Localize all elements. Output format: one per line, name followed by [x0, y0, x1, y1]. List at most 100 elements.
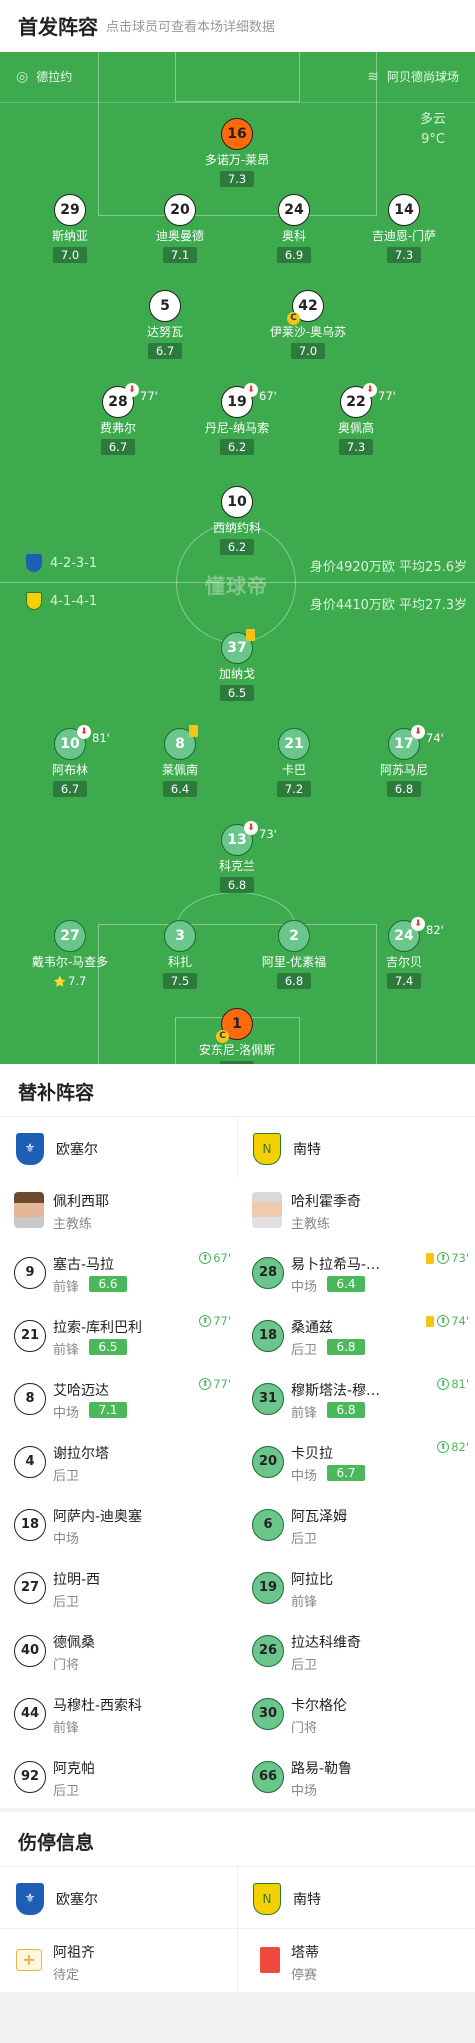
- home-team[interactable]: ⚜ 欧塞尔: [16, 1883, 98, 1915]
- yellow-card-icon: [426, 1252, 435, 1264]
- player-rating: 6.8: [387, 781, 421, 797]
- sub-row: 8 艾哈迈达 中场 7.1 ⬆ 77' 31 穆斯塔法-穆… 前锋 6.8 ⬆ 81': [0, 1367, 475, 1430]
- home-player[interactable]: 19 ⬇ 67' 丹尼-纳马索 6.2: [172, 383, 302, 455]
- away-team-logo-icon: N: [253, 1883, 281, 1915]
- player-number: 24: [394, 928, 414, 944]
- home-substitute[interactable]: 4 谢拉尔塔 后卫: [0, 1430, 237, 1493]
- player-number: 9: [14, 1257, 46, 1289]
- away-team[interactable]: N 南特: [253, 1883, 321, 1915]
- away-team[interactable]: N 南特: [253, 1133, 321, 1165]
- home-substitute[interactable]: 18 阿萨内-迪奥塞 中场: [0, 1493, 237, 1556]
- away-substitute[interactable]: 31 穆斯塔法-穆… 前锋 6.8 ⬆ 81': [238, 1367, 475, 1430]
- home-substitute[interactable]: 40 德佩桑 门将: [0, 1619, 237, 1682]
- player-number-badge: 13 ⬇ 73': [221, 821, 277, 856]
- away-player[interactable]: 17 ⬇ 74' 阿苏马尼 6.8: [339, 725, 469, 797]
- player-number: 14: [394, 202, 414, 218]
- home-substitute[interactable]: 27 拉明-西 后卫: [0, 1556, 237, 1619]
- player-position: 后卫: [291, 1658, 318, 1673]
- sub-in-time: 73': [451, 1251, 469, 1265]
- player-name: 加纳戈: [218, 667, 255, 681]
- away-coach[interactable]: 哈利霍季奇 主教练: [238, 1178, 475, 1241]
- home-substitute[interactable]: 9 塞古-马拉 前锋 6.6 ⬆ 67': [0, 1241, 237, 1304]
- substitution-time: 67': [259, 389, 277, 403]
- coach-avatar: [252, 1192, 282, 1228]
- player-number: 27: [60, 928, 80, 944]
- away-substitute[interactable]: 18 桑通兹 后卫 6.8 ⬆ 74': [238, 1304, 475, 1367]
- player-number: 17: [394, 736, 414, 752]
- player-number-badge: 42 C: [287, 290, 324, 325]
- home-team-logo-icon: ⚜: [16, 1133, 44, 1165]
- home-player[interactable]: 42 C 伊莱沙-奥乌苏 7.0: [243, 290, 373, 359]
- home-player[interactable]: 28 ⬇ 77' 费弗尔 6.7: [53, 383, 183, 455]
- away-player[interactable]: 1C安东尼-洛佩斯7.0: [172, 1008, 302, 1064]
- home-substitute[interactable]: 44 马穆杜-西索科 前锋: [0, 1682, 237, 1745]
- player-number: 40: [14, 1635, 46, 1667]
- sub-in-event: ⬆ 82': [437, 1440, 469, 1454]
- player-rating: 6.9: [277, 247, 311, 263]
- substitution-time: 74': [426, 731, 444, 745]
- weather-temp: 9°C: [421, 132, 445, 147]
- player-name: 拉达科维奇: [291, 1635, 361, 1651]
- home-team[interactable]: ⚜ 欧塞尔: [16, 1133, 98, 1165]
- home-substitute[interactable]: 92 阿克帕 后卫: [0, 1745, 237, 1808]
- player-number: 18: [14, 1509, 46, 1541]
- player-number-badge: 10 ⬇ 81': [54, 725, 110, 760]
- home-player[interactable]: 16 多诺万-莱昂 7.3: [172, 118, 302, 187]
- player-number: 42: [298, 298, 318, 314]
- player-rating: 7.1: [163, 247, 197, 263]
- rating-value: 6.8: [394, 782, 414, 796]
- substitution-icon: ⬇: [363, 383, 377, 397]
- away-substitute[interactable]: 66 路易-勒鲁 中场: [238, 1745, 475, 1808]
- home-substitute[interactable]: 21 拉索-库利巴利 前锋 6.5 ⬆ 77': [0, 1304, 237, 1367]
- home-coach[interactable]: 佩利西耶 主教练: [0, 1178, 237, 1241]
- away-player[interactable]: 8 莱佩南 6.4: [115, 725, 245, 797]
- home-player[interactable]: 10 西纳约科 6.2: [172, 486, 302, 555]
- away-player[interactable]: 3 科扎 7.5: [115, 920, 245, 989]
- player-number: 21: [14, 1320, 46, 1352]
- player-name: 迪奥曼德: [155, 229, 204, 243]
- player-rating: 6.8: [327, 1402, 365, 1418]
- player-number: 10: [227, 494, 247, 510]
- player-name: 德佩桑: [53, 1635, 95, 1651]
- player-name: 费弗尔: [99, 421, 136, 435]
- home-player[interactable]: 14 吉迪恩-门萨 7.3: [339, 194, 469, 263]
- rating-value: 7.2: [284, 782, 304, 796]
- away-substitute[interactable]: 28 易卜拉希马-… 中场 6.4 ⬆ 73': [238, 1241, 475, 1304]
- player-rating: 6.7: [148, 343, 182, 359]
- home-substitute[interactable]: 8 艾哈迈达 中场 7.1 ⬆ 77': [0, 1367, 237, 1430]
- sub-in-event: ⬆ 74': [426, 1314, 469, 1328]
- sub-in-time: 81': [451, 1377, 469, 1391]
- away-substitute[interactable]: 19 阿拉比 前锋: [238, 1556, 475, 1619]
- player-rating: 7.3: [220, 171, 254, 187]
- rating-value: 7.7: [68, 974, 87, 988]
- player-rating: 6.5: [220, 685, 254, 701]
- player-name: 奥佩高: [337, 421, 374, 435]
- home-player[interactable]: 20 迪奥曼德 7.1: [115, 194, 245, 263]
- away-injury[interactable]: 塔蒂 停赛: [238, 1929, 475, 1992]
- away-substitute[interactable]: 26 拉达科维奇 后卫: [238, 1619, 475, 1682]
- away-substitute[interactable]: 20 卡贝拉 中场 6.7 ⬆ 82': [238, 1430, 475, 1493]
- rating-value: 6.7: [155, 344, 175, 358]
- home-player[interactable]: 5 达努瓦 6.7: [100, 290, 230, 359]
- home-injury[interactable]: + 阿祖齐 待定: [0, 1929, 237, 1992]
- player-number-badge: 5: [149, 290, 181, 322]
- rating-value: 7.3: [227, 172, 247, 186]
- rating-value: 7.0: [60, 248, 80, 262]
- sub-row: 44 马穆杜-西索科 前锋 30 卡尔格伦 门将: [0, 1682, 475, 1745]
- section-title: 首发阵容: [18, 15, 98, 39]
- home-formation-info: 身价4920万欧 平均25.6岁: [309, 560, 467, 575]
- away-substitute[interactable]: 6 阿瓦泽姆 后卫: [238, 1493, 475, 1556]
- home-player[interactable]: 22 ⬇ 77' 奥佩高 7.3: [291, 383, 421, 455]
- player-position: 后卫: [291, 1532, 318, 1547]
- home-team-name: 欧塞尔: [56, 1142, 98, 1158]
- player-rating: 6.4: [163, 781, 197, 797]
- player-rating: 7.0: [291, 343, 325, 359]
- away-player[interactable]: 13 ⬇ 73' 科克兰 6.8: [172, 821, 302, 893]
- home-team-label: 德拉约: [36, 70, 73, 84]
- away-player[interactable]: 37 加纳戈 6.5: [172, 629, 302, 701]
- sub-in-event: ⬆ 77': [199, 1314, 231, 1328]
- player-rating: 6.8: [327, 1339, 365, 1355]
- away-player[interactable]: 24 ⬇ 82' 吉尔贝 7.4: [339, 917, 469, 989]
- away-substitute[interactable]: 30 卡尔格伦 门将: [238, 1682, 475, 1745]
- injury-status: 待定: [53, 1968, 80, 1983]
